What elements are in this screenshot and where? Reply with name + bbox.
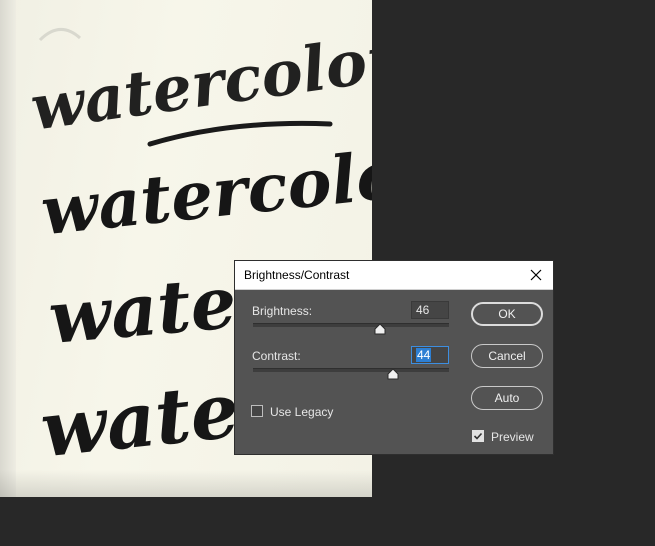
contrast-value: 44 [416, 348, 432, 362]
ok-button[interactable]: OK [471, 302, 543, 326]
preview-checkbox[interactable] [472, 430, 484, 442]
use-legacy-label: Use Legacy [270, 405, 334, 419]
ok-button-label: OK [498, 307, 516, 321]
close-button[interactable] [519, 261, 553, 289]
cancel-button-label: Cancel [488, 349, 526, 363]
use-legacy-checkbox[interactable] [251, 405, 263, 417]
photo-shadow [0, 470, 372, 497]
brightness-slider-track[interactable] [253, 323, 449, 327]
dialog-title: Brightness/Contrast [244, 268, 350, 282]
svg-text:watercolor: watercolor [37, 131, 372, 250]
brightness-slider-thumb[interactable] [374, 324, 386, 335]
brightness-value: 46 [416, 303, 430, 317]
close-icon [530, 269, 542, 281]
preview-label: Preview [491, 430, 534, 444]
contrast-input[interactable]: 44 [411, 346, 449, 364]
contrast-slider-thumb[interactable] [387, 369, 399, 380]
auto-button[interactable]: Auto [471, 386, 543, 410]
contrast-slider-track[interactable] [253, 368, 449, 372]
contrast-label: Contrast: [252, 349, 301, 363]
dialog-titlebar[interactable]: Brightness/Contrast [235, 261, 553, 290]
brightness-contrast-dialog: Brightness/Contrast Brightness: 46 Contr… [234, 260, 554, 455]
brightness-label: Brightness: [252, 304, 313, 318]
checkmark-icon [473, 432, 483, 440]
brightness-input[interactable]: 46 [411, 301, 449, 319]
cancel-button[interactable]: Cancel [471, 344, 543, 368]
auto-button-label: Auto [494, 391, 520, 405]
